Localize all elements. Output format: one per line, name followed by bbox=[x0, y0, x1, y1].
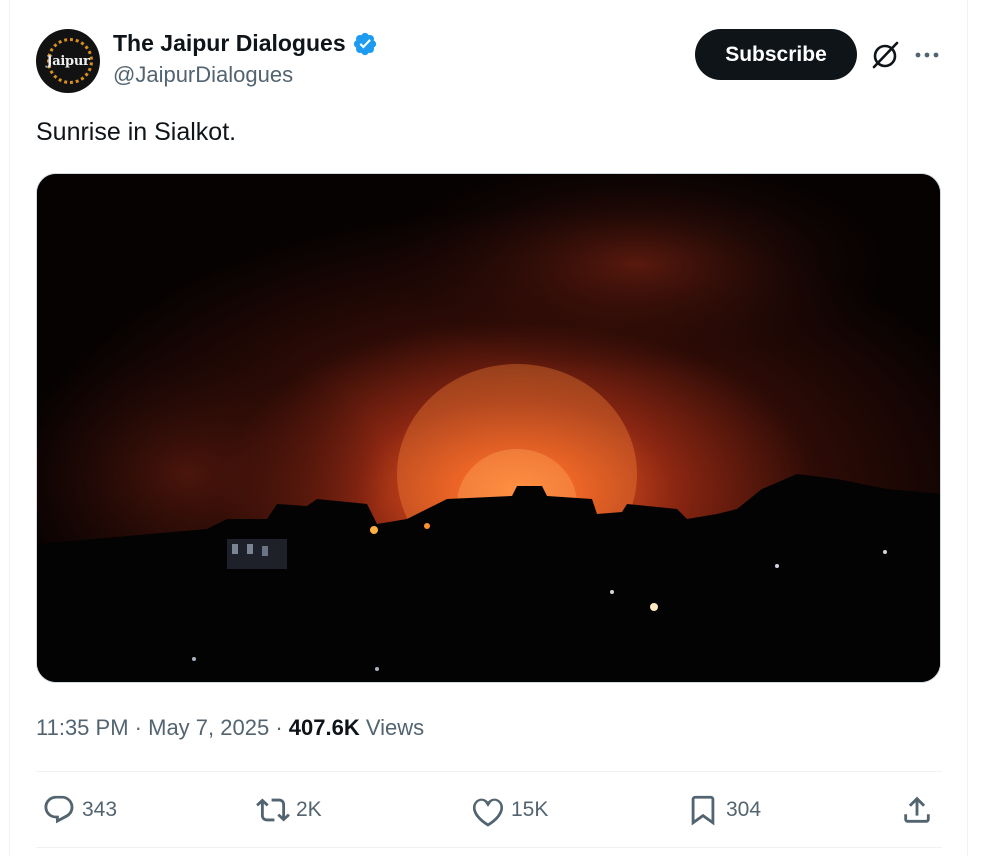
like-button[interactable]: 15K bbox=[471, 788, 548, 832]
share-icon bbox=[904, 796, 930, 823]
tweet-text: Sunrise in Sialkot. bbox=[36, 118, 237, 146]
meta-separator: · bbox=[134, 715, 142, 740]
author-handle[interactable]: @JaipurDialogues bbox=[113, 62, 293, 88]
reply-count: 343 bbox=[82, 798, 118, 821]
tweet-media-image[interactable] bbox=[36, 173, 941, 683]
bookmark-icon bbox=[691, 795, 715, 826]
author-name-row[interactable]: The Jaipur Dialogues bbox=[113, 30, 378, 57]
repost-icon bbox=[256, 798, 290, 822]
fire-night-photo bbox=[37, 174, 940, 682]
meta-separator: · bbox=[275, 715, 283, 740]
bookmark-button[interactable]: 304 bbox=[686, 788, 761, 832]
verified-badge-icon[interactable] bbox=[352, 31, 378, 57]
more-icon[interactable] bbox=[911, 39, 943, 71]
tweet-time[interactable]: 11:35 PM bbox=[36, 715, 129, 740]
share-button[interactable] bbox=[900, 788, 940, 832]
grok-icon[interactable] bbox=[869, 39, 901, 71]
author-display-name[interactable]: The Jaipur Dialogues bbox=[113, 30, 346, 57]
views-label: Views bbox=[365, 715, 425, 740]
divider bbox=[36, 847, 942, 848]
tweet-meta: 11:35 PM · May 7, 2025 · 407.6K Views bbox=[36, 715, 424, 741]
divider bbox=[36, 771, 942, 772]
avatar[interactable]: Jaipur bbox=[36, 29, 100, 93]
subscribe-button[interactable]: Subscribe bbox=[695, 29, 857, 80]
reply-button[interactable]: 343 bbox=[42, 788, 117, 832]
repost-count: 2K bbox=[296, 798, 322, 821]
views-count: 407.6K bbox=[288, 715, 360, 740]
like-count: 15K bbox=[511, 798, 549, 821]
bookmark-count: 304 bbox=[726, 798, 762, 821]
avatar-logo-text: Jaipur bbox=[46, 53, 90, 69]
reply-icon bbox=[44, 795, 74, 824]
like-icon bbox=[472, 798, 504, 827]
repost-button[interactable]: 2K bbox=[256, 788, 322, 832]
tweet-date[interactable]: May 7, 2025 bbox=[148, 715, 269, 740]
